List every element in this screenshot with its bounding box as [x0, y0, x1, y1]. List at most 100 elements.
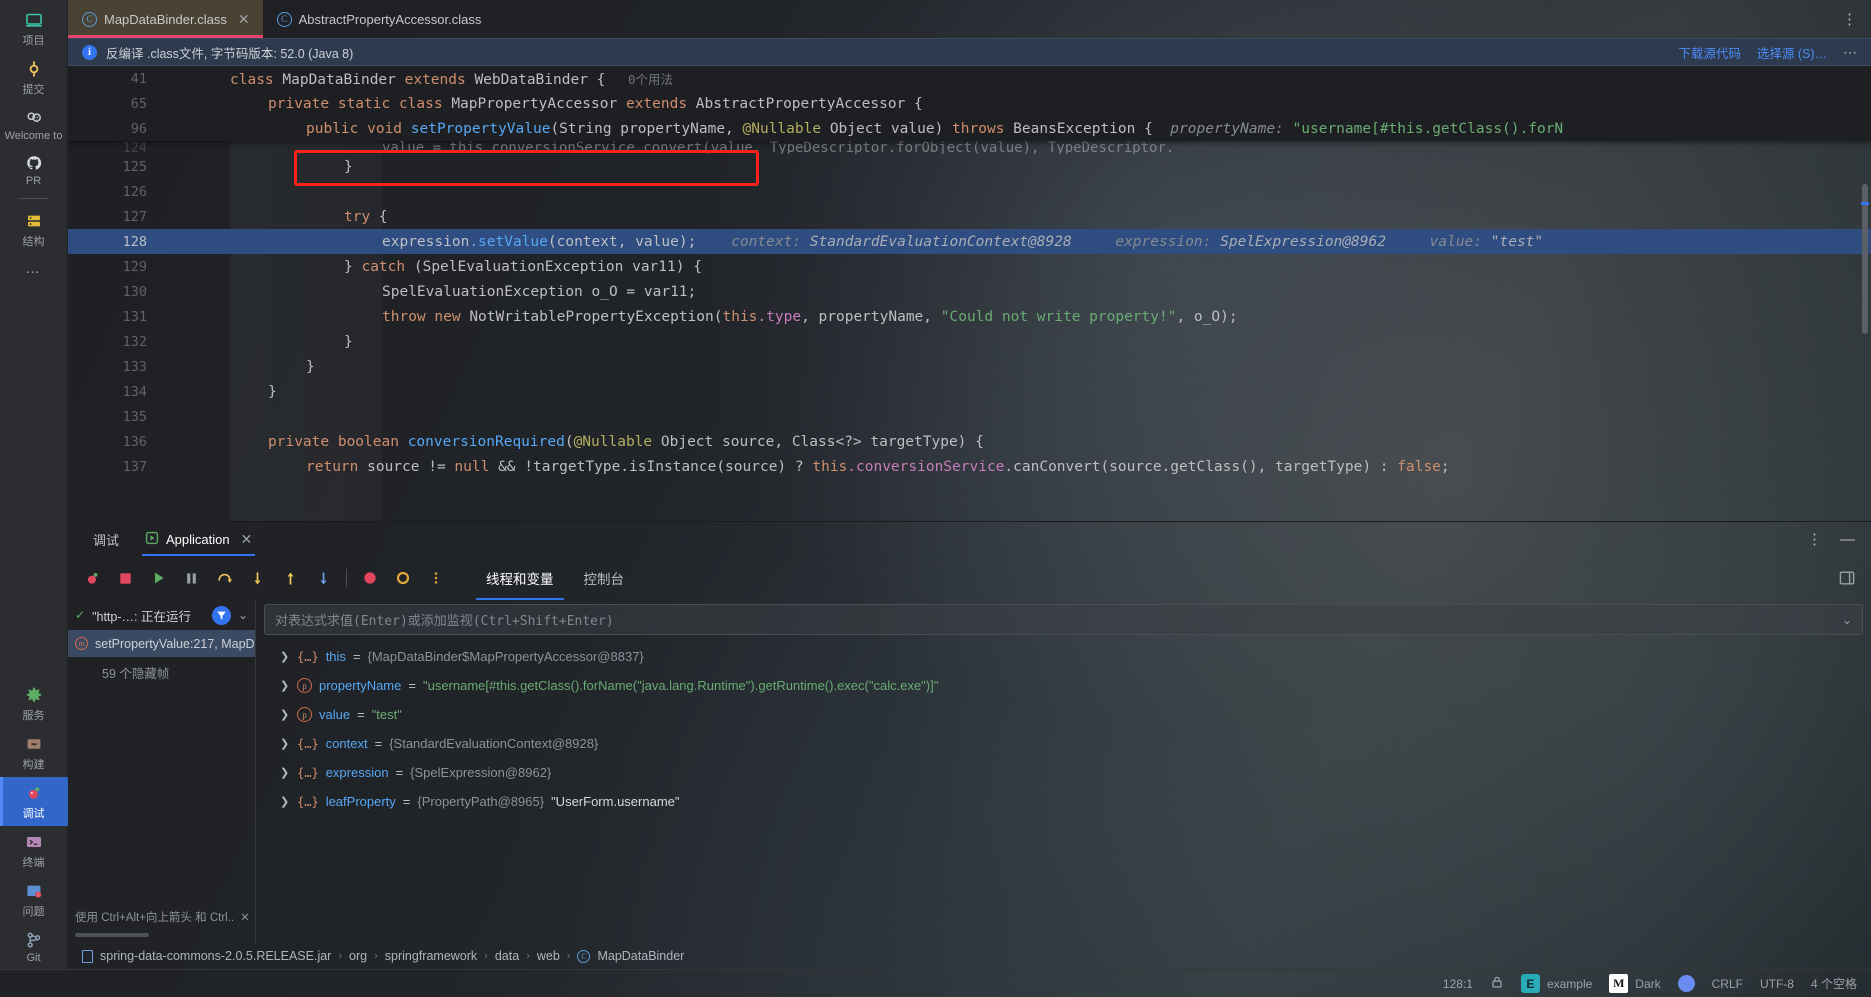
variable-row[interactable]: ❯ {…} context = {StandardEvaluationContext@8… — [256, 729, 1871, 758]
code-line[interactable]: 130 SpelEvaluationException o_O = var11; — [68, 279, 1871, 304]
code-line[interactable]: 136 private boolean conversionRequired(@N… — [68, 429, 1871, 454]
sidebar-item-project[interactable]: 项目 — [0, 4, 68, 53]
editor-tabbar: C MapDataBinder.class ✕ C AbstractProper… — [68, 0, 1871, 38]
tab-application[interactable]: Application ✕ — [134, 522, 263, 556]
filter-icon[interactable] — [211, 605, 231, 625]
indent-setting[interactable]: 4 个空格 — [1811, 975, 1857, 992]
step-over-icon[interactable] — [208, 562, 241, 595]
encoding[interactable]: UTF-8 — [1760, 977, 1794, 991]
evaluate-expression-input[interactable]: 对表达式求值(Enter)或添加监视(Ctrl+Shift+Enter) — [275, 610, 1842, 629]
tab-debug[interactable]: 调试 — [82, 522, 130, 556]
sidebar-item-structure[interactable]: 结构 — [0, 205, 68, 254]
code-token: try — [344, 208, 379, 225]
sidebar-item-services[interactable]: 服务 — [0, 679, 68, 728]
frame-row-selected[interactable]: m setPropertyValue:217, MapD — [68, 630, 255, 657]
caret-position[interactable]: 128:1 — [1443, 977, 1473, 991]
code-line[interactable]: 41 class MapDataBinder extends WebDataBin… — [68, 66, 1871, 91]
code-line[interactable]: 131 throw new NotWritablePropertyExceptio… — [68, 304, 1871, 329]
variable-row[interactable]: ❯ p value = "test" — [256, 700, 1871, 729]
view-breakpoints-icon[interactable] — [353, 562, 386, 595]
code-line-partial[interactable]: 124 value = this.conversionService.conver… — [68, 141, 1871, 154]
layout-settings-icon[interactable] — [1839, 570, 1855, 586]
code-line[interactable]: 137 return source != null && !targetType.… — [68, 454, 1871, 479]
expand-arrow-icon[interactable]: ❯ — [280, 679, 290, 692]
frames-horizontal-scrollbar[interactable] — [75, 933, 149, 937]
breadcrumb-item[interactable]: springframework — [385, 949, 477, 963]
stop-icon[interactable] — [109, 562, 142, 595]
variable-row[interactable]: ❯ p propertyName = "username[#this.getClass(… — [256, 671, 1871, 700]
sidebar-item-commit[interactable]: 提交 — [0, 53, 68, 102]
step-into-icon[interactable] — [241, 562, 274, 595]
code-line[interactable]: 134} — [68, 379, 1871, 404]
sidebar-item-welcome[interactable]: ? Welcome to — [0, 102, 68, 147]
minimize-icon[interactable]: — — [1840, 532, 1855, 547]
variable-row[interactable]: ❯ {…} leafProperty = {PropertyPath@8965} "Use… — [256, 787, 1871, 816]
sidebar-label: 调试 — [22, 808, 45, 820]
expand-arrow-icon[interactable]: ❯ — [280, 737, 290, 750]
sidebar-item-problems[interactable]: ! 问题 — [0, 875, 68, 924]
user-avatar[interactable] — [1677, 975, 1695, 992]
code-line[interactable]: 132} — [68, 329, 1871, 354]
breadcrumb-item[interactable]: spring-data-commons-2.0.5.RELEASE.jar — [100, 949, 331, 963]
object-icon: {…} — [297, 794, 319, 809]
breadcrumb-item[interactable]: web — [537, 949, 560, 963]
hidden-frames-label[interactable]: 59 个隐藏帧 — [68, 657, 255, 682]
expand-arrow-icon[interactable]: ❯ — [280, 766, 290, 779]
step-out-icon[interactable] — [274, 562, 307, 595]
close-icon[interactable]: ✕ — [238, 11, 250, 28]
mute-breakpoints-icon[interactable] — [386, 562, 419, 595]
code-line[interactable]: 133} — [68, 354, 1871, 379]
evaluate-expression-row[interactable]: 对表达式求值(Enter)或添加监视(Ctrl+Shift+Enter) ⌄ — [264, 604, 1863, 635]
force-step-into-icon[interactable] — [307, 562, 340, 595]
variable-row[interactable]: ❯ {…} this = {MapDataBinder$MapPropertyAcces… — [256, 642, 1871, 671]
breadcrumb-item[interactable]: org — [349, 949, 367, 963]
tab-abstractpropertyaccessor-class[interactable]: C AbstractPropertyAccessor.class — [263, 0, 495, 38]
sidebar-item-pr[interactable]: PR — [0, 147, 68, 192]
theme-indicator[interactable]: M Dark — [1609, 974, 1661, 993]
chevron-down-icon[interactable]: ⌄ — [238, 608, 248, 622]
line-separator[interactable]: CRLF — [1712, 977, 1743, 991]
debug-toolbar-right — [1839, 570, 1871, 586]
subtab-console[interactable]: 控制台 — [570, 556, 639, 600]
expand-arrow-icon[interactable]: ❯ — [280, 650, 290, 663]
chevron-down-icon[interactable]: ⌄ — [1842, 613, 1852, 627]
debug-options-kebab-icon[interactable]: ⋮ — [1807, 532, 1822, 547]
variable-row[interactable]: ❯ {…} expression = {SpelExpression@8962} — [256, 758, 1871, 787]
notification-kebab-icon[interactable]: ⋯ — [1843, 44, 1857, 61]
pause-program-icon[interactable] — [175, 562, 208, 595]
breadcrumb-item[interactable]: MapDataBinder — [597, 949, 684, 963]
code-line[interactable]: 135 — [68, 404, 1871, 429]
close-icon[interactable]: ✕ — [241, 531, 253, 548]
code-line[interactable]: 125} — [68, 154, 1871, 179]
sidebar-item-build[interactable]: 构建 — [0, 728, 68, 777]
code-line[interactable]: 96 public void setPropertyValue(String pr… — [68, 116, 1871, 141]
sidebar-item-debug[interactable]: 调试 — [0, 777, 68, 826]
code-line[interactable]: 126 — [68, 179, 1871, 204]
code-line[interactable]: 129} catch (SpelEvaluationException var1… — [68, 254, 1871, 279]
code-line-highlighted[interactable]: 128 expression.setValue(context, value); … — [68, 229, 1871, 254]
choose-sources-link[interactable]: 选择源 (S)… — [1757, 43, 1827, 62]
rerun-debug-icon[interactable] — [76, 562, 109, 595]
editor-options-kebab-icon[interactable]: ⋮ — [1828, 0, 1871, 38]
expand-arrow-icon[interactable]: ❯ — [280, 708, 290, 721]
download-sources-link[interactable]: 下载源代码 — [1678, 43, 1741, 62]
code-editor[interactable]: 41 class MapDataBinder extends WebDataBin… — [68, 66, 1871, 521]
tab-mapdatabinder-class[interactable]: C MapDataBinder.class ✕ — [68, 0, 263, 38]
close-icon[interactable]: ✕ — [240, 910, 250, 924]
breadcrumb-separator: › — [338, 950, 343, 962]
subtab-threads-and-variables[interactable]: 线程和变量 — [472, 556, 568, 600]
thread-selector[interactable]: ✓ "http-…: 正在运行 ⌄ — [68, 600, 255, 630]
project-indicator[interactable]: E example — [1520, 974, 1592, 993]
breadcrumb-item[interactable]: data — [495, 949, 519, 963]
sidebar-item-terminal[interactable]: 终端 — [0, 826, 68, 875]
expand-arrow-icon[interactable]: ❯ — [280, 795, 290, 808]
sidebar-item-git[interactable]: Git — [0, 924, 68, 969]
code-line[interactable]: 65 private static class MapPropertyAccess… — [68, 91, 1871, 116]
code-line[interactable]: 127 try { — [68, 204, 1871, 229]
code-text: class MapDataBinder extends WebDataBinde… — [160, 69, 1871, 88]
more-options-icon[interactable] — [419, 562, 452, 595]
lock-icon[interactable] — [1490, 975, 1504, 992]
code-token: (SpelEvaluationException var11) { — [413, 258, 702, 275]
resume-program-icon[interactable] — [142, 562, 175, 595]
sidebar-more-button[interactable]: … — [25, 254, 42, 283]
